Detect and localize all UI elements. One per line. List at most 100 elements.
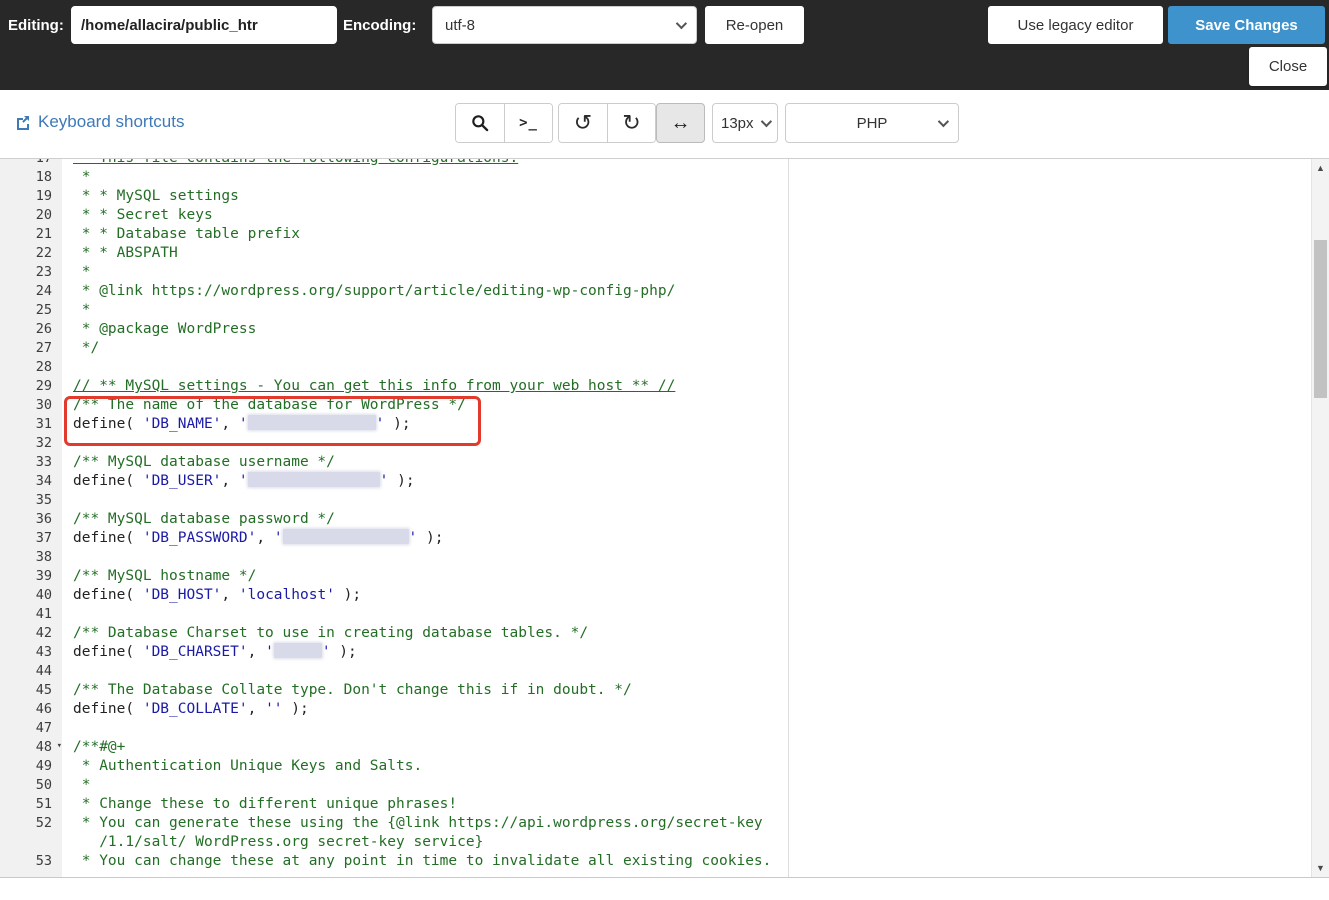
encoding-select[interactable]: utf-8 [432, 6, 697, 44]
line-number: 27 [35, 340, 52, 356]
code-editor[interactable]: 17 * This file contains the following co… [0, 159, 788, 871]
code-line[interactable]: 24 * @link https://wordpress.org/support… [0, 282, 788, 301]
line-number: 31 [35, 416, 52, 432]
line-number: 26 [35, 321, 52, 337]
code-line[interactable]: 45 /** The Database Collate type. Don't c… [0, 681, 788, 700]
fullwidth-icon: ↔ [670, 111, 691, 134]
code-line[interactable]: 20 * * Secret keys [0, 206, 788, 225]
scrollbar-thumb[interactable] [1314, 240, 1327, 398]
file-path-input[interactable] [71, 6, 337, 44]
line-number: 23 [35, 264, 52, 280]
undo-button[interactable]: ↺ [559, 104, 607, 142]
code-line[interactable]: 17 * This file contains the following co… [0, 159, 788, 168]
code-line[interactable]: 27 */ [0, 339, 788, 358]
code-line[interactable]: 38 [0, 548, 788, 567]
editing-label: Editing: [8, 17, 64, 34]
chevron-down-icon [760, 115, 773, 128]
code-line[interactable]: 39 /** MySQL hostname */ [0, 567, 788, 586]
code-text: * You can generate these using the {@lin… [62, 814, 788, 852]
scroll-up-arrow-icon[interactable]: ▲ [1312, 161, 1329, 175]
fold-caret-icon[interactable]: ▾ [57, 742, 62, 751]
code-line[interactable]: 36 /** MySQL database password */ [0, 510, 788, 529]
line-number: 34 [35, 473, 52, 489]
code-line[interactable]: 33 /** MySQL database username */ [0, 453, 788, 472]
code-line[interactable]: 29 // ** MySQL settings - You can get thi… [0, 377, 788, 396]
line-number: 45 [35, 682, 52, 698]
code-line[interactable]: 50 * [0, 776, 788, 795]
code-line[interactable]: 32 [0, 434, 788, 453]
code-line[interactable]: 25 * [0, 301, 788, 320]
code-line[interactable]: 31 define( 'DB_NAME', ' ' ); [0, 415, 788, 434]
code-line[interactable]: 28 [0, 358, 788, 377]
code-line[interactable]: 19 * * MySQL settings [0, 187, 788, 206]
redo-button[interactable]: ↻ [607, 104, 655, 142]
code-line[interactable]: 26 * @package WordPress [0, 320, 788, 339]
reopen-button[interactable]: Re-open [705, 6, 804, 44]
line-number: 32 [35, 435, 52, 451]
history-button-group: ↺ ↻ [558, 103, 656, 143]
code-line[interactable]: 49 * Authentication Unique Keys and Salt… [0, 757, 788, 776]
line-number: 43 [35, 644, 52, 660]
search-icon [472, 115, 489, 132]
line-number: 17 [0, 159, 62, 168]
code-line[interactable]: 34 define( 'DB_USER', ' ' ); [0, 472, 788, 491]
save-changes-button[interactable]: Save Changes [1168, 6, 1325, 44]
scroll-down-arrow-icon[interactable]: ▼ [1312, 861, 1329, 875]
font-size-select[interactable]: 13px [712, 103, 778, 143]
code-line[interactable]: 22 * * ABSPATH [0, 244, 788, 263]
line-number: 52 [35, 815, 52, 831]
code-text: * * MySQL settings [73, 188, 239, 204]
vertical-scrollbar[interactable]: ▲ ▼ [1311, 159, 1329, 877]
file-editor-window: Editing: Encoding: utf-8 Re-open Use leg… [0, 0, 1329, 900]
code-text: * Authentication Unique Keys and Salts. [73, 758, 423, 774]
code-text: define( 'DB_PASSWORD', ' ' ); [73, 529, 444, 546]
line-number: 36 [35, 511, 52, 527]
code-text: * You can change these at any point in t… [73, 853, 772, 869]
line-number: 20 [35, 207, 52, 223]
line-number: 35 [35, 492, 52, 508]
legacy-editor-button[interactable]: Use legacy editor [988, 6, 1163, 44]
line-number: 51 [35, 796, 52, 812]
code-text: * Change these to different unique phras… [73, 796, 458, 812]
code-line[interactable]: 42 /** Database Charset to use in creatin… [0, 624, 788, 643]
chevron-down-icon [675, 17, 688, 30]
line-number: 41 [35, 606, 52, 622]
search-button[interactable] [456, 104, 504, 142]
code-line[interactable]: 51 * Change these to different unique ph… [0, 795, 788, 814]
code-line[interactable]: 43 define( 'DB_CHARSET', ' ' ); [0, 643, 788, 662]
code-text: // ** MySQL settings - You can get this … [73, 378, 676, 394]
code-text: /** MySQL hostname */ [73, 568, 257, 584]
code-line[interactable]: 18 * [0, 168, 788, 187]
code-line[interactable]: 40 define( 'DB_HOST', 'localhost' ); [0, 586, 788, 605]
syntax-mode-select[interactable]: PHP [785, 103, 959, 143]
code-text: define( 'DB_COLLATE', '' ); [73, 701, 309, 717]
code-text: define( 'DB_NAME', ' ' ); [73, 415, 411, 432]
close-button[interactable]: Close [1249, 47, 1327, 86]
terminal-button[interactable]: >_ [504, 104, 552, 142]
code-text: * [73, 777, 91, 793]
code-line[interactable]: 35 [0, 491, 788, 510]
code-line[interactable]: 53 * You can change these at any point i… [0, 852, 788, 871]
code-line[interactable]: 44 [0, 662, 788, 681]
code-text: define( 'DB_HOST', 'localhost' ); [73, 587, 362, 603]
code-line[interactable]: 21 * * Database table prefix [0, 225, 788, 244]
code-text: * * Secret keys [73, 207, 213, 223]
editor-header-bar: Editing: Encoding: utf-8 Re-open Use leg… [0, 0, 1329, 90]
redacted-value [282, 529, 409, 544]
code-text: /** The name of the database for WordPre… [73, 397, 466, 413]
code-line[interactable]: 47 [0, 719, 788, 738]
code-line[interactable]: 52 * You can generate these using the {@… [0, 814, 788, 852]
code-line[interactable]: 23 * [0, 263, 788, 282]
keyboard-shortcuts-link[interactable]: Keyboard shortcuts [15, 112, 184, 132]
code-line[interactable]: 46 define( 'DB_COLLATE', '' ); [0, 700, 788, 719]
line-number: 22 [35, 245, 52, 261]
line-number: 40 [35, 587, 52, 603]
code-line[interactable]: 30 /** The name of the database for WordP… [0, 396, 788, 415]
toggle-width-button[interactable]: ↔ [656, 103, 705, 143]
code-line[interactable]: 37 define( 'DB_PASSWORD', ' ' ); [0, 529, 788, 548]
line-number: 44 [35, 663, 52, 679]
code-line[interactable]: 48 ▾ /**#@+ [0, 738, 788, 757]
code-line[interactable]: 41 [0, 605, 788, 624]
line-number: 29 [35, 378, 52, 394]
code-text: * [73, 264, 91, 280]
